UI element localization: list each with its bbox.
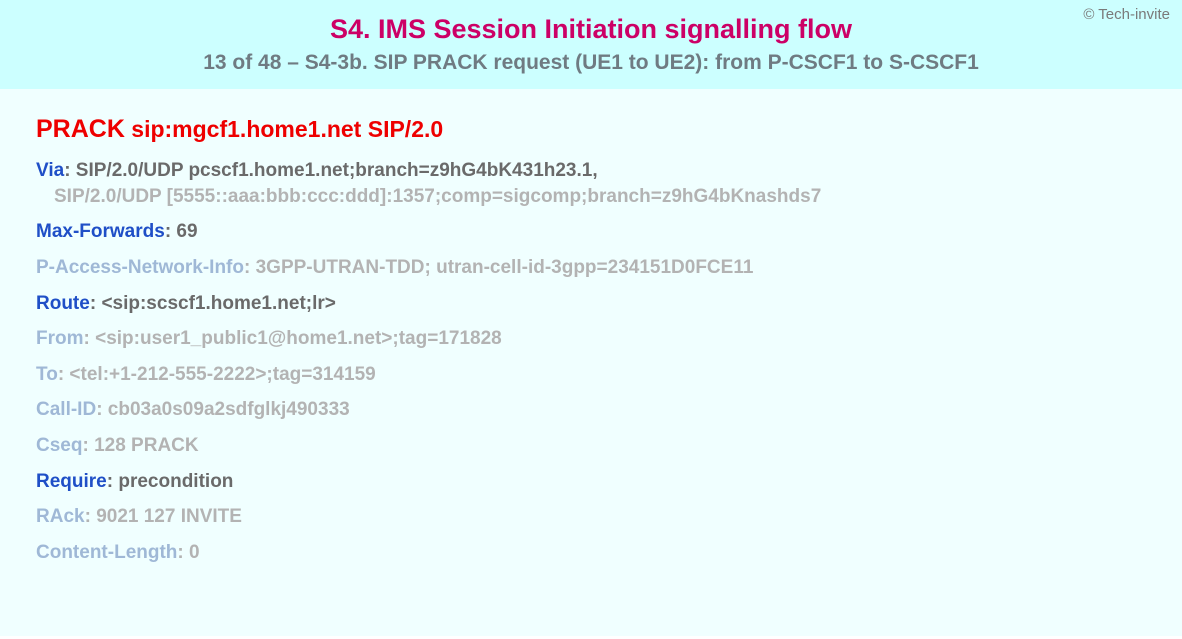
sip-request-line: PRACK sip:mgcf1.home1.net SIP/2.0 <box>36 115 1182 144</box>
sip-header-line: Require: precondition <box>36 469 1182 495</box>
sip-header-value: <tel:+1-212-555-2222>;tag=314159 <box>69 364 375 385</box>
sip-header-name: Content-Length <box>36 542 177 563</box>
sip-header-name: P-Access-Network-Info <box>36 257 244 278</box>
sip-header-name: From <box>36 328 84 349</box>
sip-header-name: Route <box>36 293 90 314</box>
sip-header-name: Require <box>36 471 107 492</box>
sip-header-name: Cseq <box>36 435 82 456</box>
sip-header-value: cb03a0s09a2sdfglkj490333 <box>108 399 350 420</box>
sip-header-value: <sip:scscf1.home1.net;lr> <box>101 293 335 314</box>
page-title: S4. IMS Session Initiation signalling fl… <box>16 14 1166 45</box>
sip-header-value: SIP/2.0/UDP pcscf1.home1.net;branch=z9hG… <box>76 160 598 181</box>
sip-header-value: precondition <box>118 471 233 492</box>
sip-header-name: Max-Forwards <box>36 221 165 242</box>
sip-header-line: Max-Forwards: 69 <box>36 219 1182 245</box>
sip-header-line: P-Access-Network-Info: 3GPP-UTRAN-TDD; u… <box>36 255 1182 281</box>
sip-header-value: 128 PRACK <box>94 435 199 456</box>
sip-version: SIP/2.0 <box>368 116 443 142</box>
sip-header-value: 0 <box>189 542 200 563</box>
header-bar: © Tech-invite S4. IMS Session Initiation… <box>0 0 1182 89</box>
sip-header-line: From: <sip:user1_public1@home1.net>;tag=… <box>36 326 1182 352</box>
sip-header-value: <sip:user1_public1@home1.net>;tag=171828 <box>95 328 502 349</box>
sip-header-line: Route: <sip:scscf1.home1.net;lr> <box>36 291 1182 317</box>
sip-headers-block: Via: SIP/2.0/UDP pcscf1.home1.net;branch… <box>36 158 1182 566</box>
sip-header-value: 3GPP-UTRAN-TDD; utran-cell-id-3gpp=23415… <box>256 257 754 278</box>
sip-header-continuation: SIP/2.0/UDP [5555::aaa:bbb:ccc:ddd]:1357… <box>36 184 1182 210</box>
sip-method: PRACK <box>36 115 125 143</box>
sip-request-uri: sip:mgcf1.home1.net <box>131 116 361 142</box>
sip-header-line: Content-Length: 0 <box>36 540 1182 566</box>
sip-header-line: RAck: 9021 127 INVITE <box>36 504 1182 530</box>
message-body: PRACK sip:mgcf1.home1.net SIP/2.0 Via: S… <box>0 89 1182 636</box>
sip-header-name: Via <box>36 160 64 181</box>
sip-header-value: 69 <box>176 221 197 242</box>
sip-header-value: 9021 127 INVITE <box>96 506 242 527</box>
sip-header-line: Cseq: 128 PRACK <box>36 433 1182 459</box>
page-subtitle: 13 of 48 – S4-3b. SIP PRACK request (UE1… <box>16 51 1166 75</box>
sip-header-name: To <box>36 364 58 385</box>
sip-header-name: Call-ID <box>36 399 96 420</box>
sip-header-line: To: <tel:+1-212-555-2222>;tag=314159 <box>36 362 1182 388</box>
sip-header-line: Call-ID: cb03a0s09a2sdfglkj490333 <box>36 397 1182 423</box>
sip-header-name: RAck <box>36 506 85 527</box>
copyright-text: © Tech-invite <box>1083 6 1170 23</box>
sip-header-line: Via: SIP/2.0/UDP pcscf1.home1.net;branch… <box>36 158 1182 209</box>
